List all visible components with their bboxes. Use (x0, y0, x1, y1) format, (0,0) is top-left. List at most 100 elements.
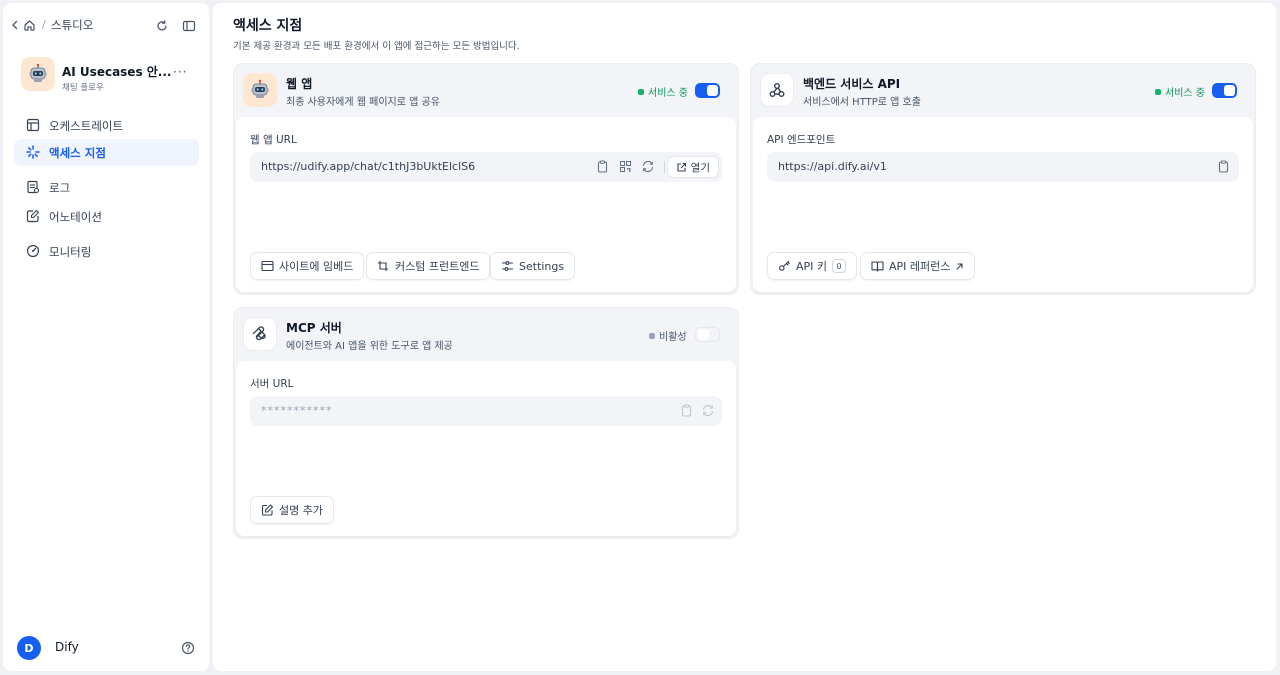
status-label: 비활성 (659, 332, 687, 343)
webapp-card: 웹 앱 최종 사용자에게 웹 페이지로 앱 공유 서비스 중 웹 앱 URL h… (233, 63, 739, 295)
app-name: AI Usecases 안... (62, 65, 172, 79)
status-label: 서비스 중 (648, 88, 688, 99)
app-type: 채팅 플로우 (62, 83, 104, 93)
api-key-count-badge: 0 (832, 259, 847, 273)
sidebar-item-access-point[interactable]: 액세스 지점 (14, 139, 199, 166)
api-reference-button[interactable]: API 레퍼런스 (860, 252, 976, 280)
chevron-left-icon[interactable] (11, 20, 19, 30)
mcp-icon (252, 326, 266, 341)
breadcrumb-studio[interactable]: 스튜디오 (51, 17, 93, 33)
avatar: D (17, 636, 41, 660)
backend-api-card: 백엔드 서비스 API 서비스에서 HTTP로 앱 호출 서비스 중 API 엔… (750, 63, 1256, 295)
sidebar-item-label: 모니터링 (49, 245, 92, 259)
webapp-title: 웹 앱 (286, 77, 313, 91)
embed-site-button[interactable]: 사이트에 임베드 (250, 252, 365, 280)
layout-icon (26, 118, 40, 132)
embed-label: 사이트에 임베드 (279, 260, 354, 273)
webapp-url-label: 웹 앱 URL (250, 134, 297, 146)
webapp-toggle[interactable] (695, 83, 720, 98)
robot-icon (29, 63, 47, 82)
mcp-toggle[interactable] (695, 327, 720, 342)
breadcrumb-separator: / (42, 18, 46, 31)
open-webapp-button[interactable]: 열기 (666, 156, 719, 178)
toggle-knob (698, 329, 709, 340)
sidebar-item-logs[interactable]: 로그 (14, 174, 199, 201)
edit-icon (261, 504, 274, 516)
server-url: *********** (261, 404, 333, 417)
webapp-status-badge: 서비스 중 (638, 84, 688, 99)
add-description-button[interactable]: 설명 추가 (250, 496, 334, 524)
user-name: Dify (55, 640, 79, 654)
backend-api-description: 서비스에서 HTTP로 앱 호출 (803, 97, 921, 108)
open-label: 열기 (690, 161, 710, 174)
app-avatar (21, 57, 55, 91)
webhook-icon (769, 83, 785, 97)
server-url-field: *********** (250, 396, 722, 426)
sidebar-item-label: 액세스 지점 (49, 146, 106, 160)
status-label: 서비스 중 (1165, 88, 1205, 99)
home-icon[interactable] (23, 19, 36, 32)
sidebar-item-annotations[interactable]: 어노테이션 (14, 203, 199, 230)
server-url-label: 서버 URL (250, 378, 294, 390)
help-icon[interactable] (181, 641, 195, 655)
api-endpoint-label: API 엔드포인트 (767, 134, 836, 146)
toggle-knob (707, 85, 718, 96)
regenerate-icon (701, 404, 715, 417)
robot-icon (251, 79, 269, 98)
more-options-button[interactable]: ··· (173, 65, 187, 79)
backend-card-body: API 엔드포인트 https://api.dify.ai/v1 API 키 0… (753, 117, 1253, 292)
add-description-label: 설명 추가 (279, 504, 323, 517)
divider (664, 161, 665, 173)
sidebar-item-monitoring[interactable]: 모니터링 (14, 238, 199, 265)
sidebar-item-label: 오케스트레이트 (49, 119, 124, 133)
settings-label: Settings (519, 259, 565, 273)
qrcode-icon[interactable] (619, 160, 632, 173)
sidebar-header: / 스튜디오 (3, 15, 209, 37)
api-key-button[interactable]: API 키 0 (767, 252, 858, 280)
mcp-server-card: MCP 서버 에이전트와 AI 앱을 위한 도구로 앱 제공 비활성 서버 UR… (233, 307, 739, 539)
mcp-status-badge: 비활성 (649, 328, 687, 343)
settings-button[interactable]: Settings (490, 252, 576, 280)
crop-icon (378, 261, 388, 271)
custom-frontend-button[interactable]: 커스텀 프런트엔드 (366, 252, 491, 280)
mcp-description: 에이전트와 AI 앱을 위한 도구로 앱 제공 (286, 341, 453, 352)
copy-icon[interactable] (596, 160, 609, 173)
log-icon (26, 180, 40, 194)
app-header[interactable]: AI Usecases 안... 채팅 플로우 ··· (21, 57, 201, 93)
api-reference-label: API 레퍼런스 (889, 260, 951, 273)
annotation-icon (26, 209, 40, 223)
sidebar-item-orchestrate[interactable]: 오케스트레이트 (14, 112, 199, 139)
external-link-icon (677, 162, 686, 172)
api-endpoint-field: https://api.dify.ai/v1 (767, 152, 1239, 182)
status-dot (638, 88, 644, 95)
copy-icon (680, 404, 693, 417)
backend-status-badge: 서비스 중 (1155, 84, 1205, 99)
book-icon (871, 261, 884, 272)
mcp-avatar (243, 317, 277, 351)
main-content: 액세스 지점 기본 제공 환경과 모든 배포 환경에서 이 앱에 접근하는 모든… (213, 3, 1276, 671)
toggle-knob (1224, 85, 1235, 96)
settings-icon (501, 261, 514, 271)
regenerate-icon[interactable] (641, 160, 655, 173)
webapp-description: 최종 사용자에게 웹 페이지로 앱 공유 (286, 97, 440, 108)
backend-api-title: 백엔드 서비스 API (803, 77, 901, 91)
mcp-card-body: 서버 URL *********** 설명 추가 (236, 361, 736, 536)
user-profile[interactable]: D Dify (17, 635, 197, 661)
window-icon (261, 260, 274, 272)
api-endpoint-url[interactable]: https://api.dify.ai/v1 (778, 160, 887, 173)
sync-icon[interactable] (155, 19, 169, 33)
webapp-url-field: https://udify.app/chat/c1thJ3bUktElclS6 … (250, 152, 722, 182)
copy-icon[interactable] (1217, 160, 1230, 173)
api-key-label: API 키 (796, 260, 828, 273)
sidebar: / 스튜디오 AI Usecases 안... 채팅 플로우 ··· 오케스트레… (3, 3, 209, 671)
status-dot (649, 332, 655, 339)
page-subtitle: 기본 제공 환경과 모든 배포 환경에서 이 앱에 접근하는 모든 방법입니다. (233, 41, 520, 52)
webapp-url[interactable]: https://udify.app/chat/c1thJ3bUktElclS6 (261, 160, 475, 173)
page-title: 액세스 지점 (233, 18, 303, 34)
custom-label: 커스텀 프런트엔드 (395, 260, 480, 273)
status-dot (1155, 88, 1161, 95)
backend-api-toggle[interactable] (1212, 83, 1237, 98)
api-avatar (760, 73, 794, 107)
sidebar-toggle-icon[interactable] (182, 19, 196, 33)
webapp-avatar (243, 73, 277, 107)
